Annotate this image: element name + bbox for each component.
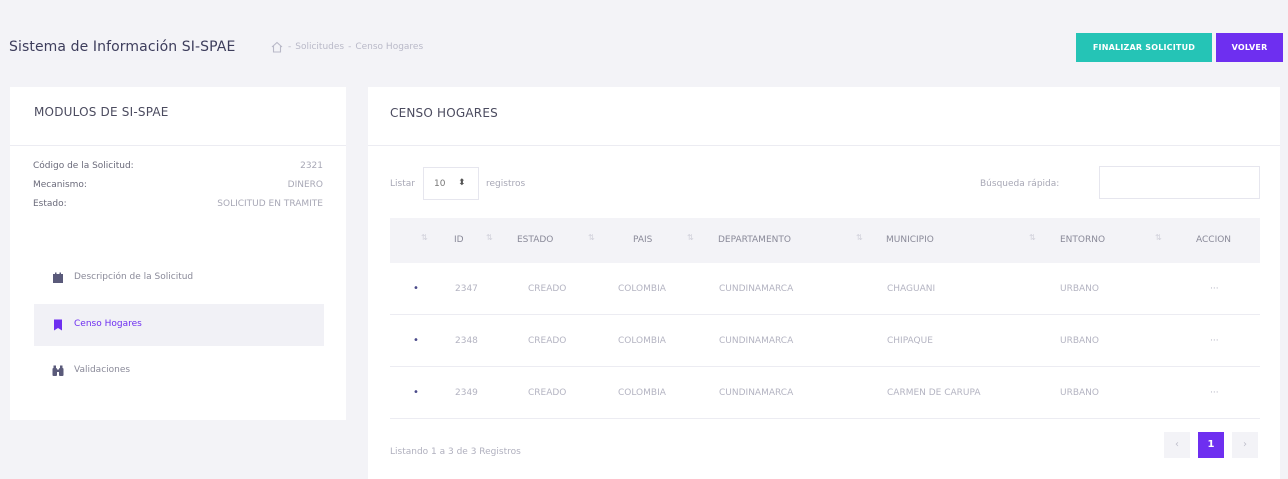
pagination-next-button[interactable]: › — [1232, 432, 1258, 458]
cell-municipio: CARMEN DE CARUPA — [887, 388, 981, 398]
column-header-estado[interactable]: ESTADO — [517, 235, 553, 245]
divider — [368, 145, 1280, 146]
page-length-value: 10 — [434, 179, 446, 189]
sort-arrows-icon: ⬍ — [458, 178, 466, 188]
sort-icon[interactable]: ⇅ — [486, 233, 493, 242]
back-button[interactable]: VOLVER — [1216, 33, 1283, 62]
calendar-icon — [53, 272, 63, 283]
cell-departamento: CUNDINAMARCA — [719, 336, 794, 346]
info-value: SOLICITUD EN TRAMITE — [217, 199, 323, 209]
cell-id: 2349 — [455, 388, 478, 398]
sidebar-item-label: Validaciones — [74, 365, 131, 375]
table-row: • 2348 CREADO COLOMBIA CUNDINAMARCA CHIP… — [390, 315, 1260, 367]
sort-icon[interactable]: ⇅ — [1029, 233, 1036, 242]
cell-pais: COLOMBIA — [618, 388, 666, 398]
cell-entorno: URBANO — [1060, 336, 1099, 346]
pagination-prev-button[interactable]: ‹ — [1164, 432, 1190, 458]
breadcrumb: - Solicitudes - Censo Hogares — [288, 42, 424, 52]
cell-id: 2347 — [455, 284, 478, 294]
cell-estado: CREADO — [528, 336, 567, 346]
info-value: 2321 — [300, 161, 323, 171]
column-header-departamento[interactable]: DEPARTAMENTO — [718, 235, 791, 245]
bookmark-icon — [54, 319, 62, 331]
breadcrumb-item-censo-hogares: Censo Hogares — [355, 42, 424, 52]
info-label: Estado: — [33, 199, 67, 209]
expand-row-icon[interactable]: • — [413, 283, 419, 294]
binoculars-icon — [52, 365, 64, 376]
cell-municipio: CHIPAQUE — [887, 336, 933, 346]
column-header-id[interactable]: ID — [454, 235, 464, 245]
search-label: Búsqueda rápida: — [980, 179, 1060, 189]
top-strip — [0, 0, 1288, 8]
pagination-page-1[interactable]: 1 — [1198, 432, 1224, 458]
row-action-icon[interactable]: ··· — [1210, 284, 1219, 294]
page-header: Sistema de Información SI-SPAE - Solicitu… — [0, 28, 1288, 68]
cell-estado: CREADO — [528, 388, 567, 398]
search-input[interactable] — [1099, 166, 1260, 199]
sidebar-item-label: Censo Hogares — [74, 319, 142, 329]
info-value: DINERO — [287, 180, 323, 190]
cell-entorno: URBANO — [1060, 388, 1099, 398]
panel-title: CENSO HOGARES — [390, 106, 498, 120]
modules-panel: MODULOS DE SI-SPAE Código de la Solicitu… — [10, 87, 346, 420]
finalize-request-button[interactable]: FINALIZAR SOLICITUD — [1076, 33, 1212, 62]
home-icon[interactable] — [270, 40, 284, 54]
length-label: Listar — [390, 179, 415, 189]
sidebar-item-censo-hogares[interactable]: Censo Hogares — [34, 304, 324, 346]
cell-pais: COLOMBIA — [618, 284, 666, 294]
expand-row-icon[interactable]: • — [413, 387, 419, 398]
cell-id: 2348 — [455, 336, 478, 346]
info-row-code: Código de la Solicitud: 2321 — [33, 161, 323, 175]
sort-icon[interactable]: ⇅ — [856, 233, 863, 242]
info-label: Código de la Solicitud: — [33, 161, 134, 171]
modules-title: MODULOS DE SI-SPAE — [34, 105, 169, 119]
table-info: Listando 1 a 3 de 3 Registros — [390, 447, 521, 457]
table-row: • 2349 CREADO COLOMBIA CUNDINAMARCA CARM… — [390, 367, 1260, 419]
divider — [10, 145, 346, 146]
sidebar-item-validaciones[interactable]: Validaciones — [34, 350, 324, 392]
table-row: • 2347 CREADO COLOMBIA CUNDINAMARCA CHAG… — [390, 263, 1260, 315]
sort-icon[interactable]: ⇅ — [687, 233, 694, 242]
table-header: ⇅ ID ⇅ ESTADO ⇅ PAIS ⇅ DEPARTAMENTO ⇅ MU… — [390, 218, 1260, 263]
sort-icon[interactable]: ⇅ — [1155, 233, 1162, 242]
info-row-mechanism: Mecanismo: DINERO — [33, 180, 323, 194]
cell-departamento: CUNDINAMARCA — [719, 388, 794, 398]
info-row-status: Estado: SOLICITUD EN TRAMITE — [33, 199, 323, 213]
cell-municipio: CHAGUANI — [887, 284, 936, 294]
column-header-entorno[interactable]: ENTORNO — [1060, 235, 1105, 245]
sort-icon[interactable]: ⇅ — [421, 233, 428, 242]
column-header-pais[interactable]: PAIS — [633, 235, 652, 245]
length-label-after: registros — [486, 179, 526, 189]
expand-row-icon[interactable]: • — [413, 335, 419, 346]
row-action-icon[interactable]: ··· — [1210, 388, 1219, 398]
breadcrumb-item-solicitudes[interactable]: Solicitudes — [295, 42, 344, 52]
census-panel: CENSO HOGARES Listar 10 ⬍ registros Búsq… — [368, 87, 1280, 479]
info-label: Mecanismo: — [33, 180, 87, 190]
sidebar-item-label: Descripción de la Solicitud — [74, 272, 194, 282]
row-action-icon[interactable]: ··· — [1210, 336, 1219, 346]
cell-pais: COLOMBIA — [618, 336, 666, 346]
cell-departamento: CUNDINAMARCA — [719, 284, 794, 294]
cell-entorno: URBANO — [1060, 284, 1099, 294]
sort-icon[interactable]: ⇅ — [588, 233, 595, 242]
column-header-accion: ACCION — [1196, 235, 1232, 245]
page-title: Sistema de Información SI-SPAE — [9, 39, 236, 55]
page-length-select[interactable]: 10 ⬍ — [423, 167, 479, 200]
sidebar-item-descripcion[interactable]: Descripción de la Solicitud — [34, 257, 324, 299]
column-header-municipio[interactable]: MUNICIPIO — [886, 235, 934, 245]
cell-estado: CREADO — [528, 284, 567, 294]
